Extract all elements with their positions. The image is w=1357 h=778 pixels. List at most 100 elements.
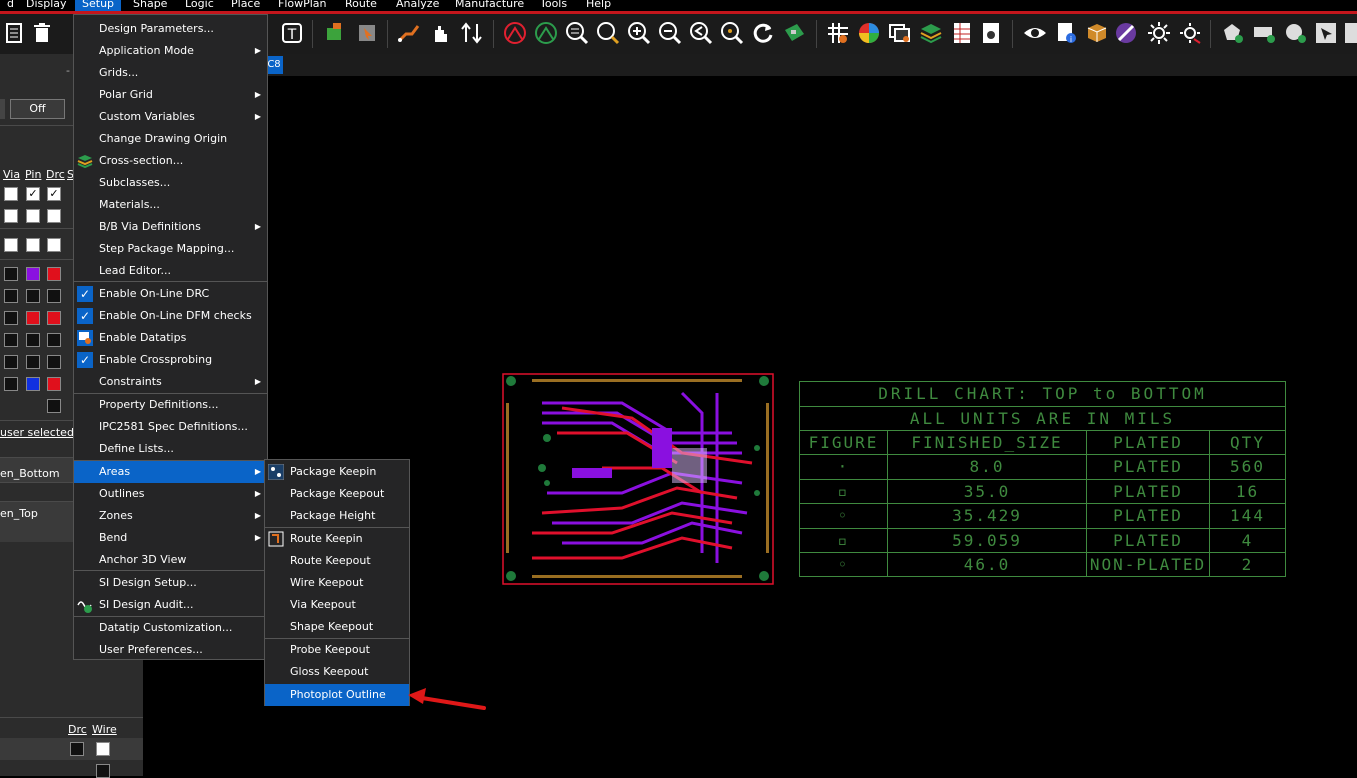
stackup-icon[interactable] xyxy=(918,20,944,46)
menu-item-route-keepout[interactable]: Route Keepout xyxy=(265,550,409,572)
visibility-checkbox[interactable] xyxy=(47,238,61,252)
sheet-icon[interactable] xyxy=(2,20,28,46)
color-swatch[interactable] xyxy=(26,267,40,281)
menu-display[interactable]: Display xyxy=(19,0,74,11)
off-button[interactable]: Off xyxy=(10,99,65,119)
menu-flowplan[interactable]: FlowPlan xyxy=(271,0,334,11)
place-component-icon[interactable] xyxy=(321,20,347,46)
visibility-checkbox[interactable] xyxy=(4,187,18,201)
menu-item-probe-keepout[interactable]: Probe Keepout xyxy=(265,639,409,661)
subclass-row-top[interactable]: en_Top xyxy=(0,507,38,520)
menu-item-si-design-audit[interactable]: SI Design Audit... xyxy=(74,594,267,616)
visibility-checkbox-checked[interactable]: ✓ xyxy=(26,187,40,201)
menu-item-si-design-setup[interactable]: SI Design Setup... xyxy=(74,572,267,594)
grid-toggle-icon[interactable] xyxy=(825,20,851,46)
menu-shape[interactable]: Shape xyxy=(126,0,174,11)
color-swatch[interactable] xyxy=(47,289,61,303)
brightness-down-icon[interactable] xyxy=(1177,20,1203,46)
add-pad-icon[interactable] xyxy=(1220,20,1246,46)
zoom-center-icon[interactable] xyxy=(719,20,745,46)
color-swatch[interactable] xyxy=(4,289,18,303)
menu-item-package-keepin[interactable]: Package Keepin xyxy=(265,461,409,483)
menu-item-zones[interactable]: Zones ▶ xyxy=(74,505,267,527)
menu-item-photoplot-outline[interactable]: Photoplot Outline xyxy=(265,684,409,706)
delete-icon[interactable] xyxy=(29,20,55,46)
menu-item-route-keepin[interactable]: Route Keepin xyxy=(265,528,409,550)
color-swatch[interactable] xyxy=(70,742,84,756)
color-swatch[interactable] xyxy=(26,333,40,347)
board-3d-icon[interactable] xyxy=(781,20,807,46)
visibility-checkbox[interactable] xyxy=(47,209,61,223)
pcb-board[interactable] xyxy=(502,373,774,585)
drc-icon[interactable] xyxy=(502,20,528,46)
menu-item-change-drawing-origin[interactable]: Change Drawing Origin xyxy=(74,128,267,150)
menu-item-lead-editor[interactable]: Lead Editor... xyxy=(74,260,267,282)
menu-item-bend[interactable]: Bend ▶ xyxy=(74,527,267,549)
color-swatch[interactable] xyxy=(26,377,40,391)
menu-item-outlines[interactable]: Outlines ▶ xyxy=(74,483,267,505)
menu-item-user-preferences[interactable]: User Preferences... xyxy=(74,639,267,661)
menu-place[interactable]: Place xyxy=(224,0,267,11)
visibility-checkbox[interactable] xyxy=(4,209,18,223)
menu-tools[interactable]: Tools xyxy=(533,0,574,11)
user-selected-link[interactable]: user selected) xyxy=(0,426,78,439)
menu-help[interactable]: Help xyxy=(579,0,618,11)
component-3d-icon[interactable] xyxy=(1084,20,1110,46)
menu-item-bb-via-definitions[interactable]: B/B Via Definitions ▶ xyxy=(74,216,267,238)
slide-hand-icon[interactable] xyxy=(427,20,453,46)
visibility-checkbox[interactable] xyxy=(4,238,18,252)
menu-item-constraints[interactable]: Constraints ▶ xyxy=(74,371,267,393)
menu-item-areas[interactable]: Areas ▶ xyxy=(74,461,267,483)
menu-item-materials[interactable]: Materials... xyxy=(74,194,267,216)
menu-item-application-mode[interactable]: Application Mode ▶ xyxy=(74,40,267,62)
add-rect-icon[interactable] xyxy=(1251,20,1277,46)
show-info-icon[interactable]: i xyxy=(1053,20,1079,46)
subclass-row-bottom[interactable]: en_Bottom xyxy=(0,467,60,480)
color-swatch[interactable] xyxy=(4,355,18,369)
menu-item-polar-grid[interactable]: Polar Grid ▶ xyxy=(74,84,267,106)
redraw-icon[interactable] xyxy=(750,20,776,46)
visibility-checkbox-checked[interactable]: ✓ xyxy=(47,187,61,201)
color-swatch[interactable] xyxy=(4,311,18,325)
zoom-window-icon[interactable] xyxy=(595,20,621,46)
menu-item-grids[interactable]: Grids... xyxy=(74,62,267,84)
visibility-checkbox[interactable] xyxy=(26,209,40,223)
menu-item-step-package-mapping[interactable]: Step Package Mapping... xyxy=(74,238,267,260)
menu-item-via-keepout[interactable]: Via Keepout xyxy=(265,594,409,616)
color-swatch[interactable] xyxy=(4,377,18,391)
drc-update-icon[interactable] xyxy=(533,20,559,46)
color-swatch[interactable] xyxy=(26,311,40,325)
spreadsheet-icon[interactable] xyxy=(949,20,975,46)
menu-item-anchor-3d-view[interactable]: Anchor 3D View xyxy=(74,549,267,571)
color-swatch[interactable] xyxy=(47,311,61,325)
select-chip-icon[interactable] xyxy=(354,20,380,46)
menu-route[interactable]: Route xyxy=(338,0,384,11)
menu-setup[interactable]: Setup xyxy=(75,0,122,11)
add-circle-icon[interactable] xyxy=(1282,20,1308,46)
menu-item-subclasses[interactable]: Subclasses... xyxy=(74,172,267,194)
more-icon[interactable] xyxy=(1342,20,1357,46)
color-swatch[interactable] xyxy=(47,355,61,369)
menu-item-enable-online-drc[interactable]: ✓ Enable On-Line DRC xyxy=(74,283,267,305)
menu-item-enable-online-dfm[interactable]: ✓ Enable On-Line DFM checks xyxy=(74,305,267,327)
menu-item-datatip-customization[interactable]: Datatip Customization... xyxy=(74,617,267,639)
menu-item-property-definitions[interactable]: Property Definitions... xyxy=(74,394,267,416)
menu-item-gloss-keepout[interactable]: Gloss Keepout xyxy=(265,661,409,683)
color-wheel-icon[interactable] xyxy=(856,20,882,46)
menu-item-custom-variables[interactable]: Custom Variables ▶ xyxy=(74,106,267,128)
brightness-up-icon[interactable] xyxy=(1146,20,1172,46)
color-swatch[interactable] xyxy=(47,333,61,347)
color-swatch[interactable] xyxy=(26,289,40,303)
menu-item-enable-crossprobing[interactable]: ✓ Enable Crossprobing xyxy=(74,349,267,371)
menu-item-shape-keepout[interactable]: Shape Keepout xyxy=(265,616,409,638)
menu-analyze[interactable]: Analyze xyxy=(389,0,446,11)
zoom-previous-icon[interactable] xyxy=(688,20,714,46)
menu-item-wire-keepout[interactable]: Wire Keepout xyxy=(265,572,409,594)
color-swatch[interactable] xyxy=(47,399,61,413)
color-swatch[interactable] xyxy=(47,267,61,281)
menu-edit[interactable]: d xyxy=(0,0,21,11)
menu-item-ipc2581-spec[interactable]: IPC2581 Spec Definitions... xyxy=(74,416,267,438)
select-box-icon[interactable] xyxy=(1313,20,1339,46)
menu-logic[interactable]: Logic xyxy=(178,0,221,11)
menu-item-design-parameters[interactable]: Design Parameters... xyxy=(74,18,267,40)
